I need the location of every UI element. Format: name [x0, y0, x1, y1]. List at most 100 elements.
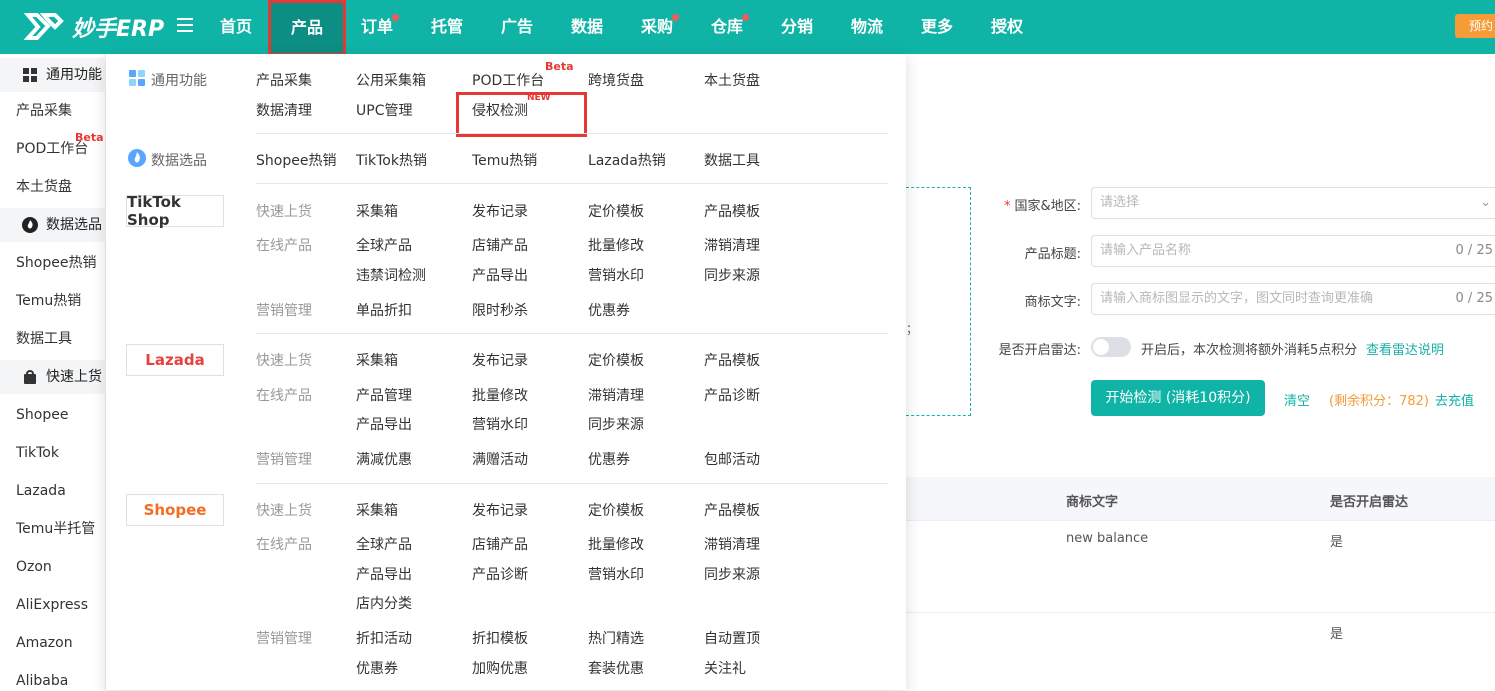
recharge-link[interactable]: 去充值 [1435, 390, 1474, 409]
menu-item[interactable]: 产品诊断 [704, 385, 760, 405]
top-right-button[interactable]: 预约 [1455, 14, 1495, 38]
menu-item[interactable]: 采集箱 [356, 500, 398, 520]
sidebar-item-shopee[interactable]: Shopee [16, 405, 68, 425]
start-detection-button[interactable]: 开始检测 (消耗10积分) [1091, 380, 1265, 416]
product-title-input[interactable]: 请输入产品名称 0 / 25 [1091, 235, 1495, 267]
menu-item[interactable]: 产品管理 [356, 385, 412, 405]
menu-item[interactable]: 营销水印 [588, 265, 644, 285]
menu-item[interactable]: 折扣模板 [472, 628, 528, 648]
menu-item[interactable]: 发布记录 [472, 350, 528, 370]
menu-item[interactable]: 店铺产品 [472, 235, 528, 255]
nav-item[interactable]: 授权 [990, 0, 1024, 54]
menu-item[interactable]: 优惠券 [588, 449, 630, 469]
menu-item[interactable]: 批量修改 [588, 534, 644, 554]
menu-item[interactable]: 产品诊断 [472, 564, 528, 584]
menu-item-lazada-hot[interactable]: Lazada热销 [588, 150, 666, 170]
sidebar-item-lazada[interactable]: Lazada [16, 481, 66, 501]
sidebar-item-temu-semi[interactable]: Temu半托管 [16, 519, 95, 539]
sidebar-item-data-tools[interactable]: 数据工具 [16, 329, 72, 349]
nav-item[interactable]: 首页 [220, 0, 252, 54]
menu-item[interactable]: 店内分类 [356, 593, 412, 613]
nav-item[interactable]: 产品 [268, 0, 346, 56]
menu-item-data-tools[interactable]: 数据工具 [704, 150, 760, 170]
menu-item[interactable]: 产品导出 [356, 564, 412, 584]
radar-help-link[interactable]: 查看雷达说明 [1366, 339, 1444, 358]
menu-item[interactable]: 单品折扣 [356, 300, 412, 320]
menu-item-data-cleaning[interactable]: 数据清理 [256, 100, 312, 120]
menu-item[interactable]: 产品模板 [704, 500, 760, 520]
menu-item[interactable]: 加购优惠 [472, 658, 528, 678]
nav-item[interactable]: 广告 [500, 0, 534, 54]
sidebar-item-ozon[interactable]: Ozon [16, 557, 52, 577]
menu-item[interactable]: 产品导出 [356, 414, 412, 434]
sidebar-section-data[interactable]: 数据选品 [0, 208, 106, 242]
menu-item[interactable]: 采集箱 [356, 350, 398, 370]
menu-item-upc-management[interactable]: UPC管理 [356, 100, 412, 120]
sidebar-item-alibaba[interactable]: Alibaba [16, 671, 68, 691]
menu-item-crossborder-goods[interactable]: 跨境货盘 [588, 70, 644, 90]
nav-item[interactable]: 托管 [430, 0, 464, 54]
menu-item[interactable]: 产品导出 [472, 265, 528, 285]
menu-item[interactable]: 违禁词检测 [356, 265, 426, 285]
sidebar-item-product-collect[interactable]: 产品采集 [16, 101, 72, 121]
menu-item[interactable]: 滞销清理 [588, 385, 644, 405]
menu-toggle-icon[interactable] [177, 18, 193, 32]
menu-item-product-collect[interactable]: 产品采集 [256, 70, 312, 90]
nav-item[interactable]: 采购 [640, 0, 679, 54]
upload-area[interactable] [906, 187, 971, 416]
menu-item[interactable]: 优惠券 [588, 300, 630, 320]
menu-item-temu-hot[interactable]: Temu热销 [472, 150, 537, 170]
menu-item[interactable]: 同步来源 [704, 564, 760, 584]
sidebar-item-local-goods[interactable]: 本土货盘 [16, 177, 72, 197]
menu-item[interactable]: 全球产品 [356, 534, 412, 554]
menu-item[interactable]: 定价模板 [588, 201, 644, 221]
sidebar-item-amazon[interactable]: Amazon [16, 633, 73, 653]
menu-item[interactable]: 关注礼 [704, 658, 746, 678]
menu-item-pod[interactable]: POD工作台 [472, 70, 544, 90]
menu-item[interactable]: 批量修改 [472, 385, 528, 405]
menu-item[interactable]: 定价模板 [588, 350, 644, 370]
menu-item[interactable]: 店铺产品 [472, 534, 528, 554]
menu-item[interactable]: 满减优惠 [356, 449, 412, 469]
brand-text-input[interactable]: 请输入商标图显示的文字，图文同时查询更准确 0 / 25 [1091, 283, 1495, 315]
menu-item[interactable]: 产品模板 [704, 350, 760, 370]
country-select[interactable]: 请选择 ⌄ [1091, 187, 1495, 219]
menu-item[interactable]: 热门精选 [588, 628, 644, 648]
menu-item-public-box[interactable]: 公用采集箱 [356, 70, 426, 90]
menu-item[interactable]: 营销水印 [588, 564, 644, 584]
clear-button[interactable]: 清空 [1284, 390, 1310, 409]
sidebar-item-temu-hot[interactable]: Temu热销 [16, 291, 81, 311]
menu-item-shopee-hot[interactable]: Shopee热销 [256, 150, 336, 170]
menu-item[interactable]: 优惠券 [356, 658, 398, 678]
menu-item-tiktok-hot[interactable]: TikTok热销 [356, 150, 427, 170]
radar-toggle[interactable] [1091, 337, 1131, 357]
nav-item[interactable]: 数据 [570, 0, 604, 54]
menu-item[interactable]: 同步来源 [704, 265, 760, 285]
nav-item[interactable]: 物流 [850, 0, 884, 54]
menu-item[interactable]: 全球产品 [356, 235, 412, 255]
menu-item[interactable]: 限时秒杀 [472, 300, 528, 320]
menu-item[interactable]: 滞销清理 [704, 235, 760, 255]
menu-item[interactable]: 满赠活动 [472, 449, 528, 469]
nav-item[interactable]: 订单 [360, 0, 399, 54]
menu-item[interactable]: 滞销清理 [704, 534, 760, 554]
menu-item[interactable]: 发布记录 [472, 201, 528, 221]
menu-item[interactable]: 发布记录 [472, 500, 528, 520]
menu-item[interactable]: 包邮活动 [704, 449, 760, 469]
nav-item[interactable]: 分销 [780, 0, 814, 54]
menu-item[interactable]: 套装优惠 [588, 658, 644, 678]
menu-item-local-goods[interactable]: 本土货盘 [704, 70, 760, 90]
menu-item[interactable]: 产品模板 [704, 201, 760, 221]
nav-item[interactable]: 更多 [920, 0, 954, 54]
sidebar-item-tiktok[interactable]: TikTok [16, 443, 59, 463]
sidebar-section-quick-upload[interactable]: 快速上货 [0, 360, 106, 394]
menu-item[interactable]: 折扣活动 [356, 628, 412, 648]
sidebar-section-general[interactable]: 通用功能 [0, 58, 106, 92]
nav-item[interactable]: 仓库 [710, 0, 749, 54]
app-logo[interactable]: 妙手ERP [20, 10, 164, 44]
sidebar-item-shopee-hot[interactable]: Shopee热销 [16, 253, 96, 273]
menu-item[interactable]: 定价模板 [588, 500, 644, 520]
menu-item[interactable]: 同步来源 [588, 414, 644, 434]
menu-item[interactable]: 营销水印 [472, 414, 528, 434]
sidebar-item-aliexpress[interactable]: AliExpress [16, 595, 88, 615]
